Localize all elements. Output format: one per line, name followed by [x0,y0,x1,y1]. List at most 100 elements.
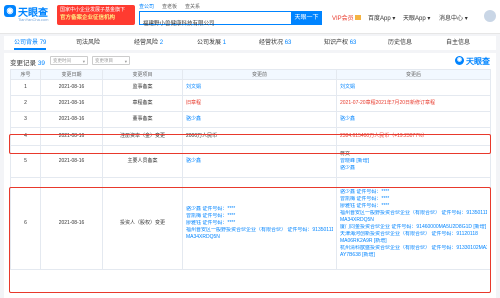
change-date-filter[interactable]: 变更时间 ▾ [50,56,88,65]
filter-label: 变更项目 [95,58,113,63]
person-link[interactable]: 刘文娟 [186,84,201,90]
investor-line[interactable]: 廖雅钰 证件号码：**** [340,203,487,210]
cell-after: 蒋文 曾晓峰 [新增] 骆少鑫 [336,145,491,178]
person-link[interactable]: 骆少鑫 [186,116,201,122]
cell-after: 骆少鑫 证件号码：**** 曾凯梅 证件号码：**** 廖雅钰 证件号码：***… [336,177,491,270]
investor-line: MA06RK2A9R [新增] [340,237,387,244]
investor-line[interactable]: 杭州清科歆盛投资合伙企业（有限合伙） 证件号码：91330102MA2 [340,245,487,252]
cell-no: 6 [10,177,41,270]
change-records-section: 变更记录 39 变更时间 ▾ 变更项目 ▾ ◉ 天眼查 序号 变更日期 变更项目 变更… [4,53,496,298]
logo[interactable]: ◉ 天眼查 TianYanCha.com [4,4,56,28]
section-count: 39 [37,60,46,67]
cell-item: 董事备案 [102,111,183,128]
promo-line2: 官方备案企业征信机构 [60,15,116,21]
tab-company-background[interactable]: 公司背景 79 [14,36,47,50]
table-row: 1 2021-08-16 监事备案 刘文娟 刘文娟 [10,79,491,96]
investor-line[interactable]: 厦门同金投资合伙企业 证件号码：91460000MA5U2D8G1D [新增] [340,224,487,231]
tab-label: 经营状况 [259,40,284,46]
investor-line[interactable]: 福州晋安区一般野投资合伙企业（有限合伙） 证件号码：91350111 [340,210,487,217]
cell-item: 主要人员备案 [102,145,183,178]
person-line[interactable]: 蒋文 [340,151,487,158]
tab-label: 公司背景 [14,40,39,46]
investor-line[interactable]: 曾凯梅 证件号码：**** [186,213,333,220]
cell-date: 2021-08-16 [40,95,103,112]
search-button[interactable]: 天眼一下 [291,11,322,25]
cell-date: 2021-08-16 [40,111,103,128]
tab-company-development[interactable]: 公司发展 1 [197,36,226,50]
investor-line[interactable]: 骆少鑫 证件号码：**** [340,189,487,196]
search-input[interactable] [140,17,290,29]
vip-label: VIP会员 [332,16,354,22]
header-item: 变更项目 [102,69,183,80]
watermark-text: 天眼查 [466,57,490,66]
search-tab-company[interactable]: 查公司 [139,4,154,10]
section-title-text: 变更记录 [10,60,36,67]
header-after: 变更后 [336,69,491,80]
tianyan-app-link[interactable]: 天眼App ▾ [403,13,430,22]
page: ◉ 天眼查 TianYanCha.com 国家中小企业发展子基金旗下 官方备案企… [0,0,500,298]
cell-no: 2 [10,95,41,112]
cell-before: 2000万人民币 [182,127,337,146]
message-center-link[interactable]: 消息中心 ▾ [439,13,468,22]
person-link[interactable]: 骆少鑫 [340,116,355,122]
cell-no: 5 [10,145,41,178]
tab-history[interactable]: 历史信息 [388,36,412,50]
tab-operation-risk[interactable]: 经营风险 2 [134,36,163,50]
watermark-logo: ◉ 天眼查 [455,56,490,67]
investor-line: MA34XRDQ5N [340,216,374,223]
cell-after: 2384.615400万人民币（+19.23077%） [340,133,428,139]
tab-legal-risk[interactable]: 司法风险 [76,36,100,50]
cell-date: 2021-08-16 [40,79,103,96]
chevron-down-icon: ▾ [427,16,431,22]
person-link[interactable]: 刘文娟 [340,84,355,90]
change-records-table: 序号 变更日期 变更项目 变更前 变更后 1 2021-08-16 监事备案 刘… [10,69,491,270]
avatar[interactable] [484,10,496,22]
investor-line[interactable]: 廖雅钰 证件号码：**** [186,220,333,227]
tab-label: 自主信息 [446,40,471,46]
cell-before: 旧章程 [186,100,202,106]
header-no: 序号 [10,69,41,80]
person-line[interactable]: 曾晓峰 [新增] [340,158,487,165]
tab-count: 63 [349,40,357,46]
tab-self-info[interactable]: 自主信息 [446,36,470,50]
search-tab-relation[interactable]: 查关系 [185,4,200,10]
logo-subtext: TianYanCha.com [18,17,49,22]
chevron-down-icon: ▾ [82,59,85,64]
promo-banner[interactable]: 国家中小企业发展子基金旗下 官方备案企业征信机构 [57,5,135,25]
tab-operation-status[interactable]: 经营状况 63 [259,36,291,50]
chevron-down-icon: ▾ [464,16,468,22]
baidu-app-link[interactable]: 百度App ▾ [368,13,395,22]
header-date: 变更日期 [40,69,103,80]
change-item-filter[interactable]: 变更项目 ▾ [92,56,130,65]
tab-label: 知识产权 [324,40,349,46]
table-row-highlighted: 4 2021-08-16 注册资本（金）变更 2000万人民币 2384.615… [10,127,491,146]
investor-line[interactable]: 福州晋安区一般野投资合伙企业（有限合伙） 证件号码：91350111 [186,227,333,234]
tab-label: 经营风险 [134,40,159,46]
cell-before: 骆少鑫 证件号码：**** 曾凯梅 证件号码：**** 廖雅钰 证件号码：***… [182,177,337,270]
tab-count: 79 [39,40,47,46]
vip-link[interactable]: VIP会员 [332,13,361,22]
chevron-down-icon: ▾ [124,59,127,64]
investor-line[interactable]: 曾凯梅 证件号码：**** [340,196,487,203]
cell-item: 投资人（股权）变更 [102,177,183,270]
cell-date: 2021-08-16 [40,145,103,178]
person-link[interactable]: 骆少鑫 [186,158,201,164]
cell-item: 注册资本（金）变更 [102,127,183,146]
investor-line[interactable]: 骆少鑫 证件号码：**** [186,206,333,213]
header-before: 变更前 [182,69,337,80]
cell-no: 3 [10,111,41,128]
investor-line[interactable]: 天津海河创新投资合伙企业（有限合伙） 证件号码：91120118 [340,231,487,238]
person-line[interactable]: 骆少鑫 [340,165,487,172]
table-row: 3 2021-08-16 董事备案 骆少鑫 骆少鑫 [10,111,491,128]
search-tab-boss[interactable]: 查老板 [162,4,177,10]
cell-date: 2021-08-16 [40,177,103,270]
cell-item: 监事备案 [102,79,183,96]
tab-label: 公司发展 [197,40,222,46]
search-type-tabs: 查公司 查老板 查关系 [139,3,208,10]
tab-label: 司法风险 [76,40,101,46]
eye-logo-icon: ◉ [455,56,464,65]
cell-no: 1 [10,79,41,96]
table-row-highlighted: 6 2021-08-16 投资人（股权）变更 骆少鑫 证件号码：**** 曾凯梅… [10,177,491,270]
filter-label: 变更时间 [53,58,71,63]
tab-intellectual-property[interactable]: 知识产权 63 [324,36,356,50]
